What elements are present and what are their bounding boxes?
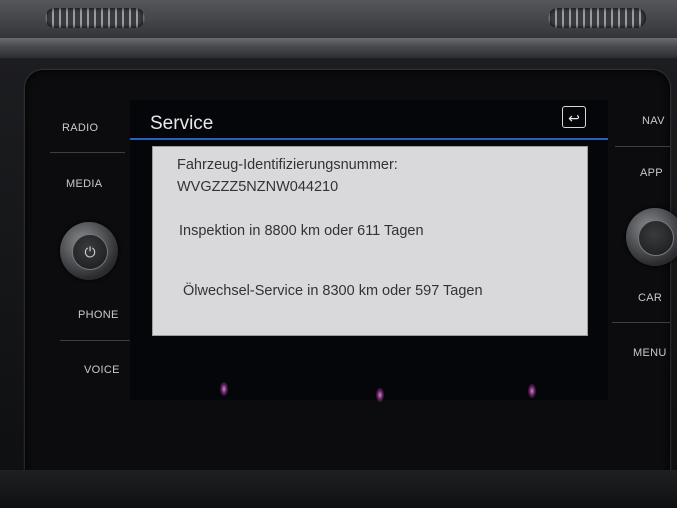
left-divider-2 [60,340,130,341]
app-button[interactable]: APP [640,167,663,179]
phone-button[interactable]: PHONE [78,309,119,321]
menu-button[interactable]: MENU [633,347,667,359]
page-title: Service [150,113,214,134]
power-icon: ⏻ [72,234,108,270]
media-button[interactable]: MEDIA [66,178,102,190]
voice-button[interactable]: VOICE [84,364,120,376]
left-divider-1 [50,152,125,153]
tuning-knob-center [638,220,674,256]
oil-service-due: Ölwechsel-Service in 8300 km oder 597 Ta… [183,283,483,299]
air-vent-left [45,8,145,28]
infotainment-screen: Service ↩ Fahrzeug-Identifizierungsnumme… [130,100,608,402]
vin-value: WVGZZZ5NZNW044210 [177,179,339,195]
car-button[interactable]: CAR [638,292,662,304]
dashboard-trim [0,38,677,58]
radio-button[interactable]: RADIO [62,122,98,134]
right-divider-2 [612,322,670,323]
service-info-panel: Fahrzeug-Identifizierungsnummer: WVGZZZ5… [152,146,588,336]
ambient-light-1 [220,382,228,396]
back-icon[interactable]: ↩ [562,106,586,128]
nav-button[interactable]: NAV [642,115,665,127]
console-lower [0,470,677,508]
title-bar: Service ↩ [130,100,608,140]
ambient-light-2 [376,388,384,402]
inspection-due: Inspektion in 8800 km oder 611 Tagen [179,223,424,239]
right-divider-1 [615,146,670,147]
air-vent-right [548,8,646,28]
vin-label: Fahrzeug-Identifizierungsnummer: [177,157,398,173]
volume-knob[interactable]: ⏻ [60,222,118,280]
tuning-knob[interactable] [626,208,677,266]
ambient-light-3 [528,384,536,398]
